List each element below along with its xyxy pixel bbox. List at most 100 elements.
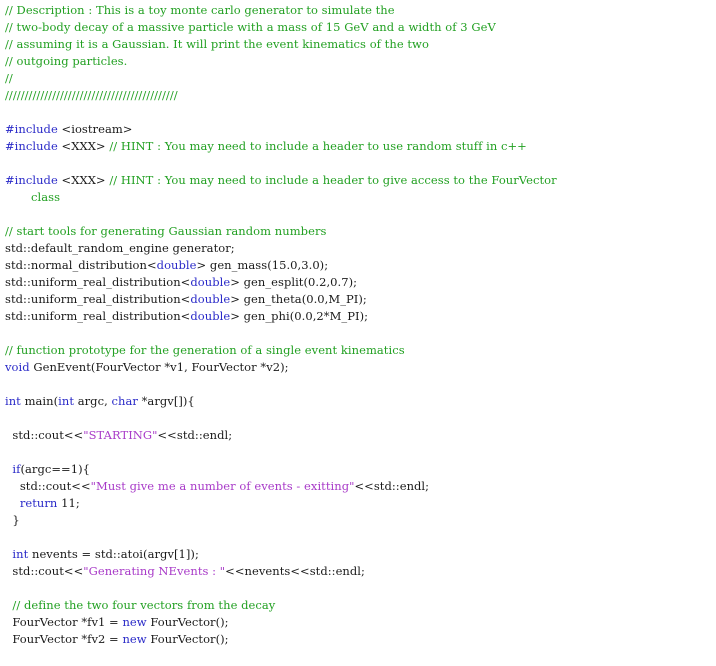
comment-token: // assuming it is a Gaussian. It will pr… xyxy=(5,37,429,51)
code-token: } xyxy=(5,513,20,527)
code-token: std::uniform_real_distribution< xyxy=(5,309,191,323)
code-line: #include <iostream> xyxy=(5,121,557,138)
comment-token: class xyxy=(31,190,61,204)
comment-token: // outgoing particles. xyxy=(5,54,128,68)
code-line: std::uniform_real_distribution<double> g… xyxy=(5,291,557,308)
code-line: // define the two four vectors from the … xyxy=(5,597,557,614)
string-token: "Generating NEvents : " xyxy=(83,564,226,578)
string-token: "STARTING" xyxy=(83,428,158,442)
code-token: std::uniform_real_distribution< xyxy=(5,292,191,306)
code-token: <XXX> xyxy=(61,139,110,153)
code-line: std::uniform_real_distribution<double> g… xyxy=(5,274,557,291)
keyword-token: void xyxy=(5,360,30,374)
code-line: // outgoing particles. xyxy=(5,53,557,70)
code-line: int main(int argc, char *argv[]){ xyxy=(5,393,557,410)
keyword-token: char xyxy=(111,394,138,408)
code-line: return 11; xyxy=(5,495,557,512)
code-line: ////////////////////////////////////////… xyxy=(5,87,557,104)
code-token: > gen_esplit(0.2,0.7); xyxy=(230,275,358,289)
comment-token: // define the two four vectors from the … xyxy=(5,598,276,612)
code-token: std::uniform_real_distribution< xyxy=(5,275,191,289)
comment-token: // HINT : You may need to include a head… xyxy=(109,139,527,153)
code-token: nevents = std::atoi(argv[1]); xyxy=(28,547,199,561)
keyword-token: int xyxy=(5,394,21,408)
keyword-token: new xyxy=(122,632,147,646)
code-token: > gen_theta(0.0,M_PI); xyxy=(230,292,367,306)
code-token: 11; xyxy=(57,496,80,510)
code-line: // function prototype for the generation… xyxy=(5,342,557,359)
comment-token: // HINT : You may need to include a head… xyxy=(109,173,557,187)
keyword-token: int xyxy=(12,547,29,561)
comment-token: ////////////////////////////////////////… xyxy=(5,88,178,102)
code-line: void GenEvent(FourVector *v1, FourVector… xyxy=(5,359,557,376)
code-token: <XXX> xyxy=(61,173,110,187)
code-token: GenEvent(FourVector *v1, FourVector *v2)… xyxy=(29,360,289,374)
code-token: FourVector(); xyxy=(146,632,229,646)
code-line: #include <XXX> // HINT : You may need to… xyxy=(5,138,557,155)
code-line: std::cout<<"Generating NEvents : "<<neve… xyxy=(5,563,557,580)
code-token: (argc==1){ xyxy=(20,462,91,476)
code-line: // xyxy=(5,70,557,87)
code-token: std::cout<< xyxy=(5,428,84,442)
code-line: class xyxy=(5,189,557,206)
code-line: } xyxy=(5,512,557,529)
preprocessor-token: #include xyxy=(5,122,62,136)
comment-token: // xyxy=(5,71,13,85)
code-token: FourVector *fv2 = xyxy=(5,632,123,646)
code-line: // Description : This is a toy monte car… xyxy=(5,2,557,19)
code-line: std::uniform_real_distribution<double> g… xyxy=(5,308,557,325)
code-line: if(argc==1){ xyxy=(5,461,557,478)
code-token: std::cout<< xyxy=(5,479,91,493)
keyword-token: double xyxy=(190,309,231,323)
keyword-token: double xyxy=(190,275,231,289)
code-token: > gen_mass(15.0,3.0); xyxy=(196,258,329,272)
comment-token: // two-body decay of a massive particle … xyxy=(5,20,496,34)
keyword-token: return xyxy=(19,496,58,510)
string-token: "Must give me a number of events - exitt… xyxy=(90,479,355,493)
code-line: FourVector *fv2 = new FourVector(); xyxy=(5,631,557,648)
code-line: std::normal_distribution<double> gen_mas… xyxy=(5,257,557,274)
code-token: main( xyxy=(20,394,59,408)
keyword-token: double xyxy=(190,292,231,306)
code-line: // two-body decay of a massive particle … xyxy=(5,19,557,36)
preprocessor-token: #include xyxy=(5,173,62,187)
keyword-token: new xyxy=(122,615,147,629)
code-token: *argv[]){ xyxy=(137,394,195,408)
code-line: std::cout<<"STARTING"<<std::endl; xyxy=(5,427,557,444)
comment-token: // Description : This is a toy monte car… xyxy=(5,3,395,17)
code-line: // assuming it is a Gaussian. It will pr… xyxy=(5,36,557,53)
code-line: std::cout<<"Must give me a number of eve… xyxy=(5,478,557,495)
preprocessor-token: #include xyxy=(5,139,62,153)
keyword-token: double xyxy=(156,258,197,272)
code-token: <<nevents<<std::endl; xyxy=(225,564,365,578)
code-token: std::normal_distribution< xyxy=(5,258,157,272)
code-line: std::default_random_engine generator; xyxy=(5,240,557,257)
code-token: std::cout<< xyxy=(5,564,84,578)
code-token: std::default_random_engine generator; xyxy=(5,241,235,255)
code-token: <iostream> xyxy=(61,122,133,136)
comment-token: // start tools for generating Gaussian r… xyxy=(5,224,327,238)
code-listing: // Description : This is a toy monte car… xyxy=(5,2,557,648)
code-token: argc, xyxy=(74,394,112,408)
code-token: FourVector(); xyxy=(146,615,229,629)
comment-token: // function prototype for the generation… xyxy=(5,343,405,357)
code-line: // start tools for generating Gaussian r… xyxy=(5,223,557,240)
code-token: FourVector *fv1 = xyxy=(5,615,123,629)
keyword-token: int xyxy=(58,394,75,408)
code-line: #include <XXX> // HINT : You may need to… xyxy=(5,172,557,189)
code-token: > gen_phi(0.0,2*M_PI); xyxy=(230,309,369,323)
code-line: FourVector *fv1 = new FourVector(); xyxy=(5,614,557,631)
code-token: <<std::endl; xyxy=(354,479,430,493)
code-token: <<std::endl; xyxy=(157,428,233,442)
code-line: int nevents = std::atoi(argv[1]); xyxy=(5,546,557,563)
